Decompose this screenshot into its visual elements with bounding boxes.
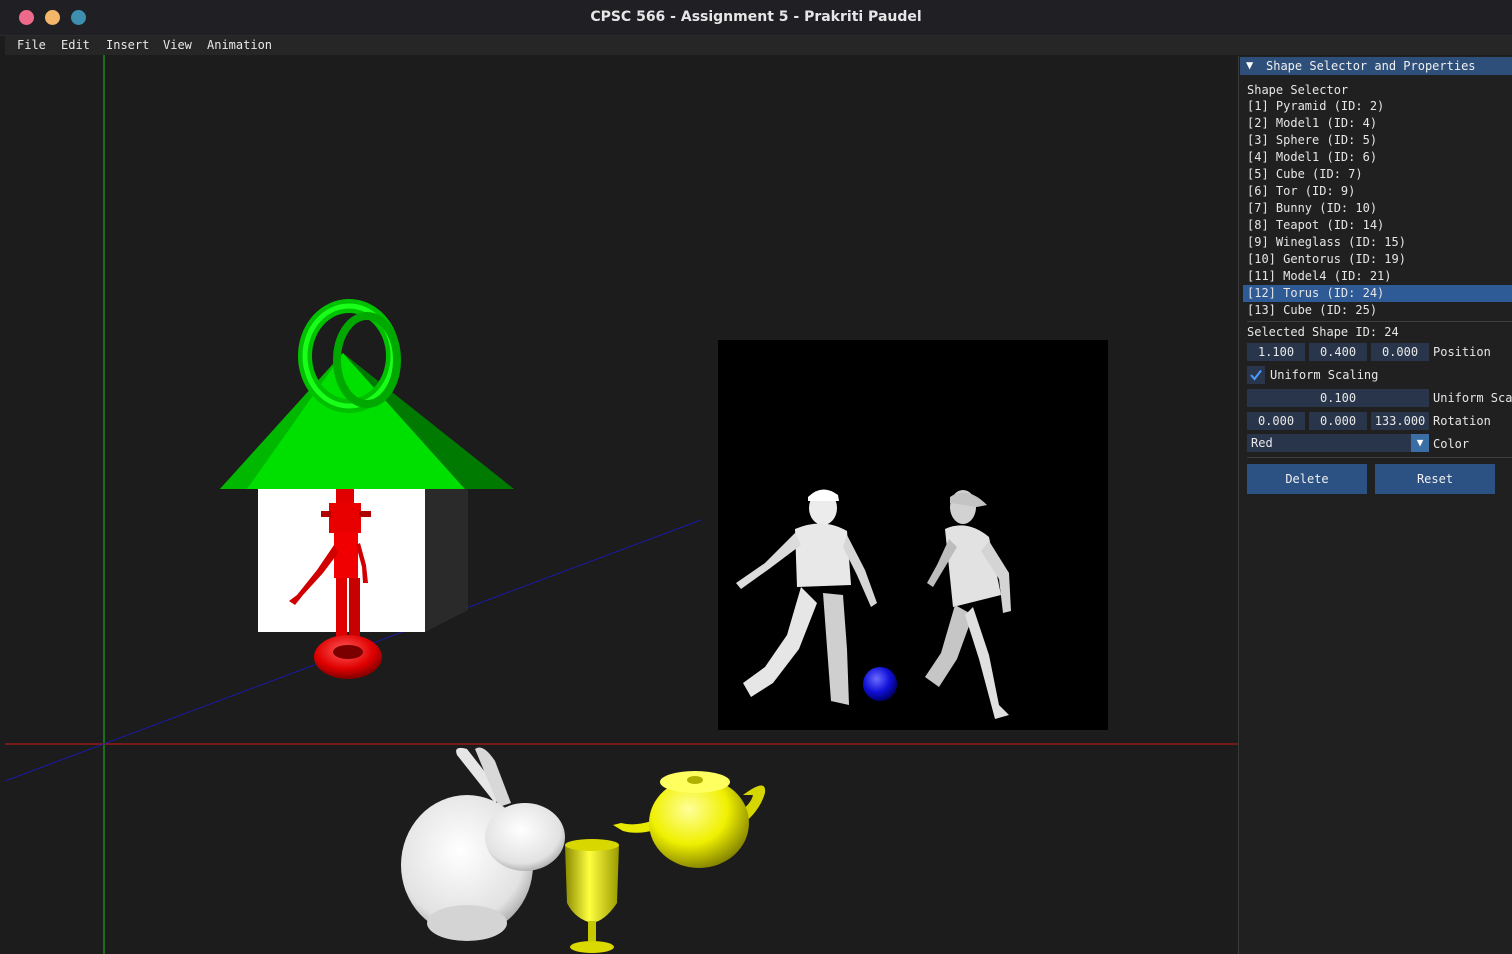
shape-list-item[interactable]: [12] Torus (ID: 24) (1243, 285, 1512, 302)
menu-animation[interactable]: Animation (207, 38, 272, 52)
uniform-scaling-label: Uniform Scaling (1270, 368, 1379, 382)
shape-list-item[interactable]: [6] Tor (ID: 9) (1243, 183, 1512, 200)
yellow-teapot (613, 771, 766, 868)
blue-sphere (863, 667, 897, 701)
rotation-label: Rotation (1433, 414, 1491, 428)
checkmark-icon (1250, 369, 1262, 381)
shape-selector-label: Shape Selector (1247, 83, 1349, 97)
textured-cube-frame (718, 340, 1108, 730)
panel-header[interactable]: ▼ Shape Selector and Properties (1240, 57, 1512, 75)
divider (1247, 321, 1512, 322)
divider (1247, 457, 1512, 458)
shape-list-item[interactable]: [8] Teapot (ID: 14) (1243, 217, 1512, 234)
scene-canvas (5, 55, 1238, 954)
shape-list-item[interactable]: [11] Model4 (ID: 21) (1243, 268, 1512, 285)
yellow-wineglass (565, 839, 619, 953)
pyramid-roof (220, 353, 514, 489)
window-title: CPSC 566 - Assignment 5 - Prakriti Paude… (590, 9, 922, 25)
position-label: Position (1433, 345, 1491, 359)
red-torus (314, 635, 382, 679)
shape-list-item[interactable]: [1] Pyramid (ID: 2) (1243, 98, 1512, 115)
shape-list-item[interactable]: [13] Cube (ID: 25) (1243, 302, 1512, 319)
selected-shape-id: Selected Shape ID: 24 (1247, 325, 1399, 339)
collapse-arrow-icon[interactable]: ▼ (1246, 58, 1253, 72)
chevron-down-icon[interactable]: ▼ (1411, 434, 1429, 452)
menu-edit[interactable]: Edit (61, 38, 90, 52)
panel-title: Shape Selector and Properties (1266, 59, 1476, 73)
position-z-input[interactable]: 0.000 (1371, 343, 1429, 361)
rotation-y-input[interactable]: 0.000 (1309, 412, 1367, 430)
shape-list-item[interactable]: [7] Bunny (ID: 10) (1243, 200, 1512, 217)
shape-list-item[interactable]: [4] Model1 (ID: 6) (1243, 149, 1512, 166)
uniform-scale-input[interactable]: 0.100 (1247, 389, 1429, 407)
uniform-scaling-checkbox[interactable] (1247, 366, 1265, 384)
position-y-input[interactable]: 0.400 (1309, 343, 1367, 361)
rotation-z-input[interactable]: 133.000 (1371, 412, 1429, 430)
shape-list-item[interactable]: [10] Gentorus (ID: 19) (1243, 251, 1512, 268)
reset-button[interactable]: Reset (1375, 464, 1495, 494)
shape-list-item[interactable]: [9] Wineglass (ID: 15) (1243, 234, 1512, 251)
shape-properties-panel: ▼ Shape Selector and Properties Shape Se… (1238, 56, 1512, 954)
white-bunny (401, 747, 565, 941)
rotation-x-input[interactable]: 0.000 (1247, 412, 1305, 430)
title-bar: CPSC 566 - Assignment 5 - Prakriti Paude… (0, 0, 1512, 36)
shape-list-item[interactable]: [3] Sphere (ID: 5) (1243, 132, 1512, 149)
color-select-value: Red (1251, 436, 1273, 450)
shape-list-item[interactable]: [2] Model1 (ID: 4) (1243, 115, 1512, 132)
color-label: Color (1433, 437, 1470, 451)
color-select[interactable]: Red ▼ (1247, 434, 1429, 452)
3d-viewport[interactable] (5, 55, 1238, 954)
menu-insert[interactable]: Insert (106, 38, 149, 52)
menu-file[interactable]: File (17, 38, 46, 52)
position-x-input[interactable]: 1.100 (1247, 343, 1305, 361)
menu-view[interactable]: View (163, 38, 192, 52)
uniform-scale-label: Uniform Scale (1433, 391, 1512, 405)
delete-button[interactable]: Delete (1247, 464, 1367, 494)
shape-list-item[interactable]: [5] Cube (ID: 7) (1243, 166, 1512, 183)
menu-bar: File Edit Insert View Animation (5, 36, 1512, 55)
